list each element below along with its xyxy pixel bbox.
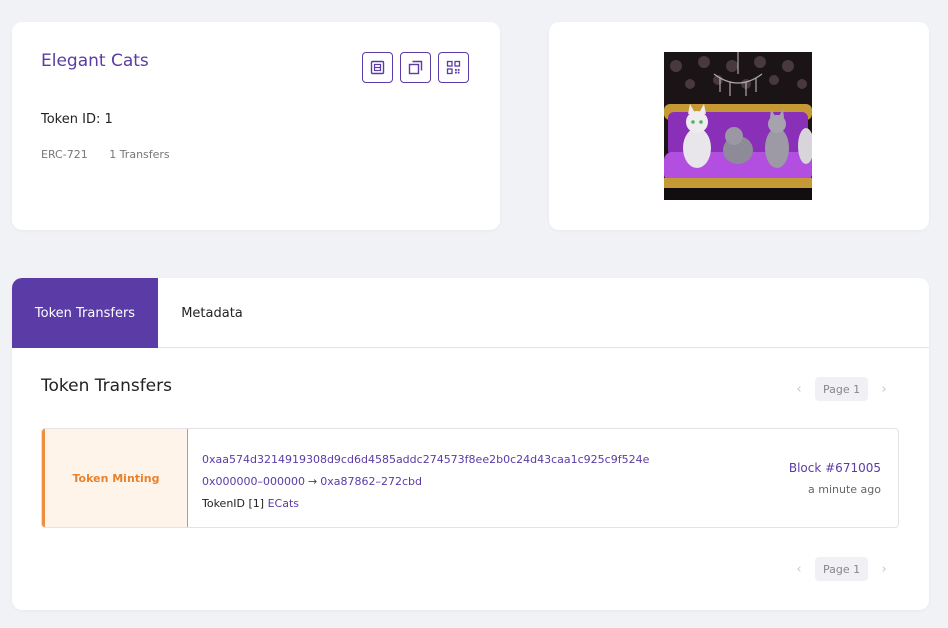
arrow-right-icon: → [308,475,318,488]
details-button[interactable] [362,52,393,83]
next-page-button-bottom[interactable]: › [872,557,896,581]
transfer-details: 0xaa574d3214919308d9cd6d4585addc274573f8… [202,449,649,515]
transfers-count: 1 Transfers [109,148,170,161]
prev-page-button[interactable]: ‹ [787,377,811,401]
copy-icon [408,60,423,75]
pagination-top: ‹ Page 1 › [787,377,896,401]
qr-code-button[interactable] [438,52,469,83]
section-title: Token Transfers [41,376,172,396]
transfers-card: Token Transfers Metadata Token Transfers… [12,278,929,610]
transfer-type-badge: Token Minting [42,429,188,527]
transfer-block-info: Block #671005 a minute ago [789,457,881,501]
page-indicator-bottom[interactable]: Page 1 [815,557,869,581]
token-id-text: TokenID [1] [202,497,265,510]
to-address-link[interactable]: 0xa87862–272cbd [320,475,422,488]
token-symbol-link[interactable]: ECats [268,497,299,510]
nft-image-card [549,22,929,230]
token-action-buttons [362,52,469,83]
token-id: Token ID: 1 [41,112,113,127]
qr-code-icon [446,60,461,75]
block-number-link[interactable]: Block #671005 [789,457,881,479]
token-standard: ERC-721 [41,148,88,161]
token-meta: ERC-721 1 Transfers [41,148,170,161]
tab-token-transfers[interactable]: Token Transfers [12,278,158,348]
token-name: Elegant Cats [41,51,149,71]
prev-page-button-bottom[interactable]: ‹ [787,557,811,581]
transfer-time: a minute ago [808,483,881,496]
page-indicator[interactable]: Page 1 [815,377,869,401]
nft-image[interactable] [664,52,812,200]
transfer-row: Token Minting 0xaa574d3214919308d9cd6d45… [41,428,899,528]
copy-button[interactable] [400,52,431,83]
next-page-button[interactable]: › [872,377,896,401]
transfer-addresses: 0x000000–000000 → 0xa87862–272cbd [202,471,649,493]
pagination-bottom: ‹ Page 1 › [787,557,896,581]
tab-bar: Token Transfers Metadata [12,278,929,348]
token-reference: TokenID [1] ECats [202,493,649,515]
tab-metadata[interactable]: Metadata [158,278,266,348]
from-address-link[interactable]: 0x000000–000000 [202,475,305,488]
details-icon [370,60,385,75]
transaction-hash-link[interactable]: 0xaa574d3214919308d9cd6d4585addc274573f8… [202,449,649,471]
token-info-card: Elegant Cats Token ID: 1 ERC-721 1 Trans… [12,22,500,230]
